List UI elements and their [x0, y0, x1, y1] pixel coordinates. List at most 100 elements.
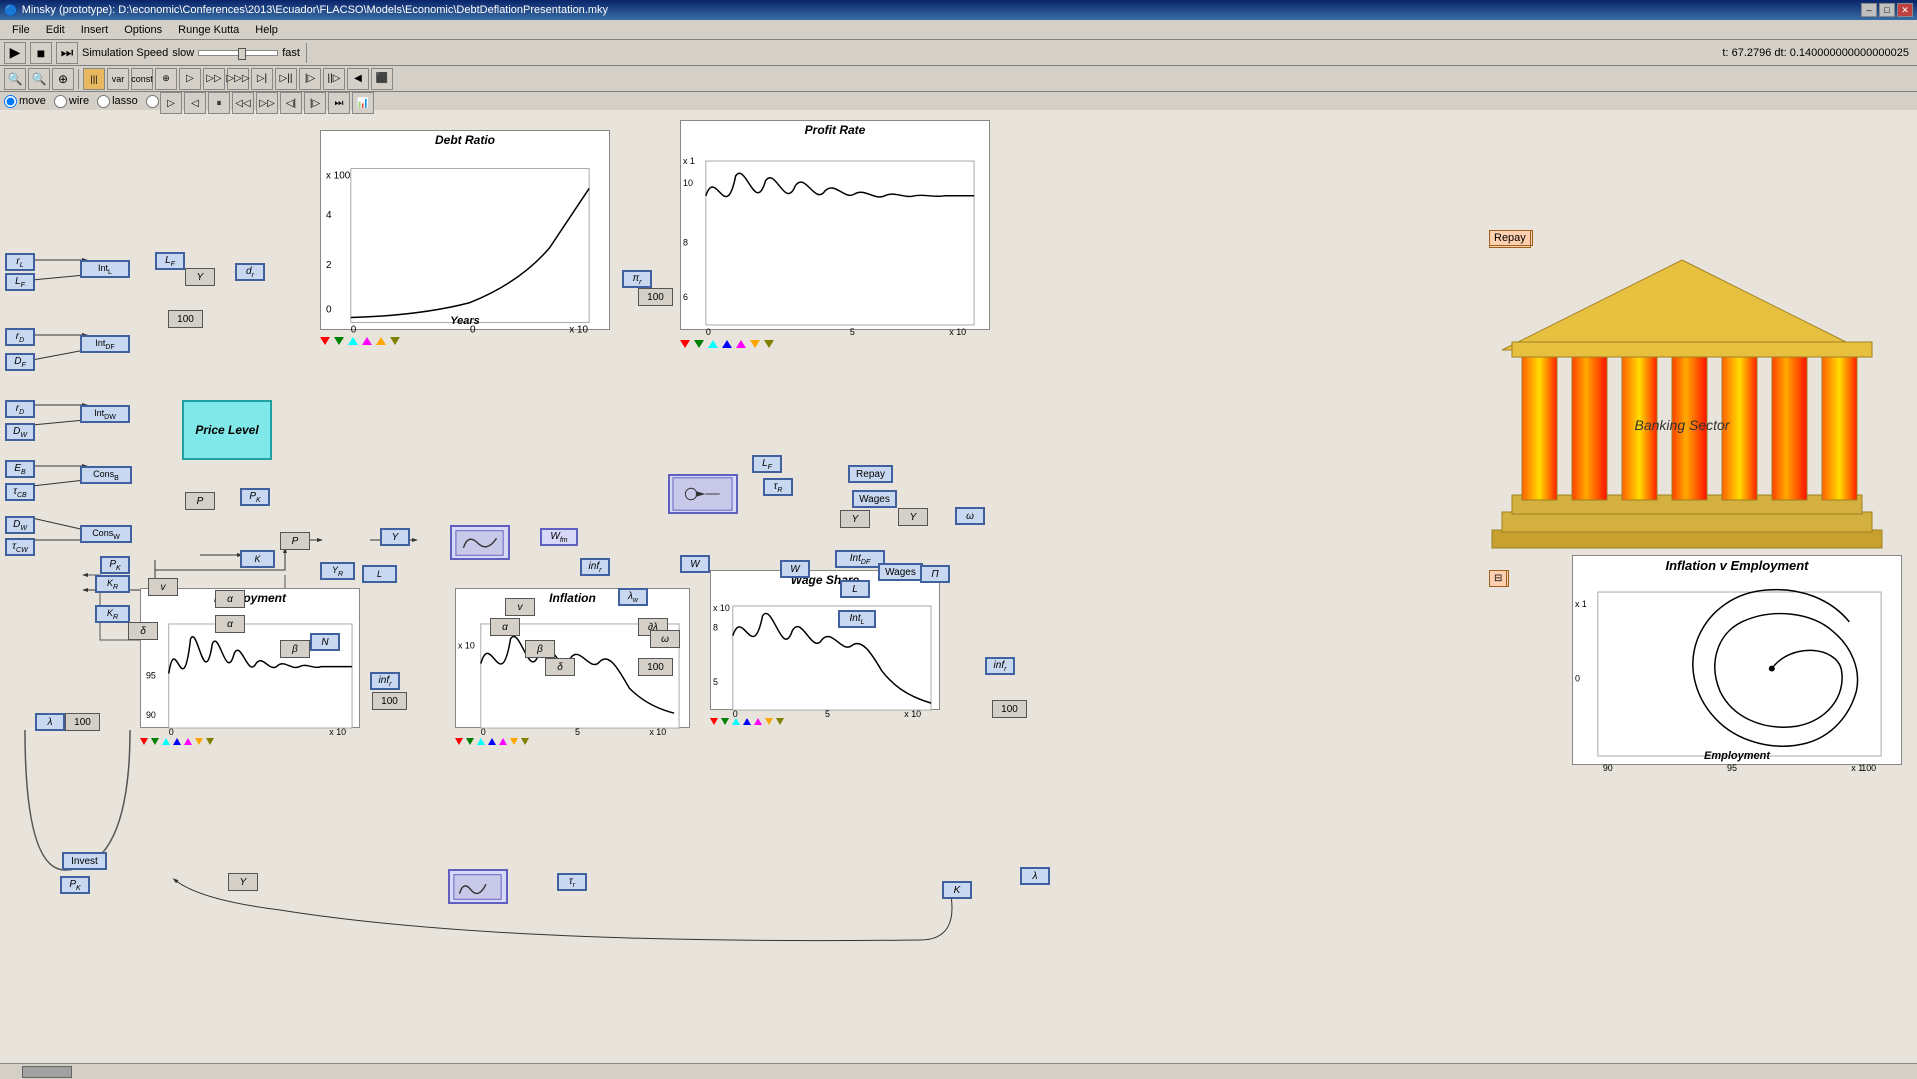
radio-wire[interactable]: wire: [54, 95, 89, 108]
node-LF-right[interactable]: LF: [752, 455, 782, 473]
node-DW2[interactable]: DW: [5, 516, 35, 534]
radio-move[interactable]: move: [4, 95, 46, 108]
bank-btn4[interactable]: ⊟: [1489, 570, 1507, 587]
node-omega-right[interactable]: ω: [955, 507, 985, 525]
node-delta[interactable]: δ: [128, 622, 158, 640]
step1-button[interactable]: ▷: [179, 68, 201, 90]
node-Ifm[interactable]: [450, 525, 510, 560]
node-alpha2[interactable]: α: [215, 615, 245, 633]
node-rDW[interactable]: rD: [5, 400, 35, 418]
node-L-right[interactable]: L: [840, 580, 870, 598]
skip-button[interactable]: |▷: [304, 92, 326, 114]
menu-insert[interactable]: Insert: [73, 22, 117, 38]
menu-options[interactable]: Options: [116, 22, 170, 38]
node-W-right2[interactable]: W: [780, 560, 810, 578]
plot-button[interactable]: |||: [83, 68, 105, 90]
node-Pi[interactable]: Π: [920, 565, 950, 583]
menu-help[interactable]: Help: [247, 22, 286, 38]
node-DF[interactable]: DF: [5, 353, 35, 371]
bank-repay[interactable]: Repay: [1489, 230, 1531, 246]
node-lambda-bot[interactable]: λ: [35, 713, 65, 731]
chart-debt-ratio[interactable]: Debt Ratio x 100 4 2 0 0 0 x 10 Years: [320, 130, 610, 330]
end-button[interactable]: ⏭: [328, 92, 350, 114]
node-v2[interactable]: v: [505, 598, 535, 616]
pause-button[interactable]: ⏸: [208, 92, 230, 114]
node-KR[interactable]: KR: [95, 575, 130, 593]
ffwd-button[interactable]: ▷▷: [256, 92, 278, 114]
node-LF-upper[interactable]: LF: [155, 252, 185, 270]
var-button[interactable]: var: [107, 68, 129, 90]
stop-button[interactable]: ■: [30, 42, 52, 64]
node-tR[interactable]: τR: [763, 478, 793, 496]
node-IntDW[interactable]: IntDW: [80, 405, 130, 423]
node-lambdaW[interactable]: λw: [618, 588, 648, 606]
node-KR2[interactable]: KR: [95, 605, 130, 623]
node-DW[interactable]: DW: [5, 423, 35, 441]
node-Y-mid[interactable]: Y: [380, 528, 410, 546]
node-100d[interactable]: 100: [372, 692, 407, 710]
scrollbar[interactable]: [0, 1063, 1917, 1079]
close-button[interactable]: ✕: [1897, 3, 1913, 17]
node-infrT[interactable]: infr: [580, 558, 610, 576]
node-infr-right[interactable]: infr: [985, 657, 1015, 675]
node-Wages-right2[interactable]: Wages: [878, 563, 923, 581]
node-Wages-right[interactable]: Wages: [852, 490, 897, 508]
price-level-box[interactable]: Price Level: [182, 400, 272, 460]
node-K[interactable]: K: [240, 550, 275, 568]
rstep-button[interactable]: ◁◁: [232, 92, 254, 114]
rew-button[interactable]: ◁|: [280, 92, 302, 114]
node-PK2[interactable]: PK: [100, 556, 130, 574]
revplay-button[interactable]: ◁: [184, 92, 206, 114]
chart-profit-rate[interactable]: Profit Rate x 1 10 8 6 0 5 x 10: [680, 120, 990, 330]
node-W-right[interactable]: W: [680, 555, 710, 573]
zoom-out-button[interactable]: 🔍: [4, 68, 26, 90]
node-PK[interactable]: PK: [240, 488, 270, 506]
step8-button[interactable]: ◀: [347, 68, 369, 90]
node-ConsB[interactable]: ConsB: [80, 466, 132, 484]
step9-button[interactable]: ⬛: [371, 68, 393, 90]
op-button[interactable]: ⊕: [155, 68, 177, 90]
chart-wage-share[interactable]: Wage Share x 10 8 5 0 5 x 10: [710, 570, 940, 710]
chart-button[interactable]: 📊: [352, 92, 374, 114]
node-beta[interactable]: β: [280, 640, 310, 658]
node-tCB[interactable]: τCB: [5, 483, 35, 501]
node-tauR-bot[interactable]: τr: [557, 873, 587, 891]
node-Y-bot[interactable]: Y: [228, 873, 258, 891]
node-v[interactable]: v: [148, 578, 178, 596]
node-IntDF[interactable]: IntDF: [80, 335, 130, 353]
node-100f[interactable]: 100: [992, 700, 1027, 718]
node-lambda-right[interactable]: λ: [1020, 867, 1050, 885]
node-dr[interactable]: dr: [235, 263, 265, 281]
step5-button[interactable]: ▷||: [275, 68, 297, 90]
node-100e[interactable]: 100: [65, 713, 100, 731]
node-Repay[interactable]: Repay: [848, 465, 893, 483]
node-YR[interactable]: YR: [320, 562, 355, 580]
node-P-mid[interactable]: P: [185, 492, 215, 510]
node-Ifm-bot[interactable]: [448, 869, 508, 904]
chart-employment[interactable]: Employment 100 95 90 0 x 10: [140, 588, 360, 728]
node-EB[interactable]: EB: [5, 460, 35, 478]
node-100a[interactable]: 100: [168, 310, 203, 328]
zoom-in-button[interactable]: 🔍: [28, 68, 50, 90]
node-LF-left[interactable]: LF: [5, 273, 35, 291]
node-IntL-right[interactable]: IntL: [838, 610, 876, 628]
node-Y-right[interactable]: Y: [840, 510, 870, 528]
node-PK-bot[interactable]: PK: [60, 876, 90, 894]
node-Invest-bot[interactable]: Invest: [62, 852, 107, 870]
node-delta2[interactable]: δ: [545, 658, 575, 676]
const-button[interactable]: const: [131, 68, 153, 90]
node-beta2[interactable]: β: [525, 640, 555, 658]
step3-button[interactable]: ▷▷▷: [227, 68, 249, 90]
maximize-button[interactable]: □: [1879, 3, 1895, 17]
node-100b[interactable]: 100: [638, 658, 673, 676]
step2-button[interactable]: ▷▷: [203, 68, 225, 90]
node-infr-lower[interactable]: infr: [370, 672, 400, 690]
node-alpha3[interactable]: α: [490, 618, 520, 636]
node-piR-upper[interactable]: πr: [622, 270, 652, 288]
node-L[interactable]: L: [362, 565, 397, 583]
minimize-button[interactable]: –: [1861, 3, 1877, 17]
step-button[interactable]: ⏭: [56, 42, 78, 64]
radio-lasso[interactable]: lasso: [97, 95, 138, 108]
play2-button[interactable]: ▷: [160, 92, 182, 114]
node-omega[interactable]: ω: [650, 630, 680, 648]
